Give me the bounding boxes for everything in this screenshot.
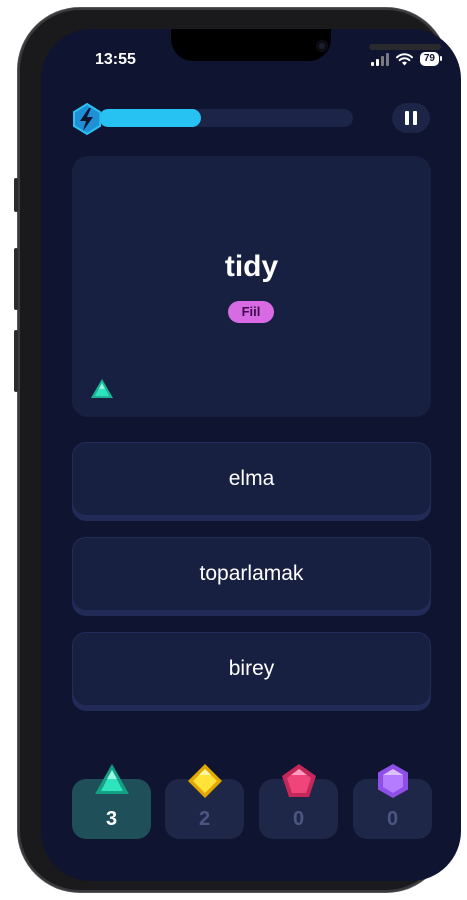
purple-hexagon-gem-icon: [377, 764, 408, 798]
earpiece-speaker: [369, 44, 441, 50]
word-text: tidy: [224, 250, 279, 283]
word-card: tidy Fiil: [72, 156, 431, 417]
yellow-diamond-gem-icon: [187, 764, 222, 798]
lesson-progress-bar: [99, 109, 353, 127]
status-icons: 79: [370, 52, 443, 66]
front-camera: [316, 40, 328, 52]
gem-count: 0: [292, 808, 305, 830]
notch: [171, 29, 441, 61]
phone-frame: 13:55 79 tidy Fiil elma toparlamak birey…: [14, 8, 461, 892]
volume-up-button: [14, 248, 18, 310]
wifi-icon: [395, 52, 413, 65]
gem-count: 2: [198, 808, 211, 830]
gem-counter-yellow: 2: [165, 764, 244, 839]
cellular-signal-icon: [370, 52, 389, 66]
gem-counter-purple: 0: [353, 764, 432, 839]
pause-button[interactable]: [392, 103, 430, 133]
green-triangle-gem-icon: [94, 764, 129, 794]
part-of-speech-badge: Fiil: [228, 301, 274, 323]
answer-option-2[interactable]: toparlamak: [72, 537, 431, 611]
answer-option-3[interactable]: birey: [72, 632, 431, 706]
silent-switch: [14, 178, 18, 212]
app-screen: 13:55 79 tidy Fiil elma toparlamak birey…: [41, 29, 461, 881]
pause-icon: [405, 111, 409, 125]
status-time: 13:55: [95, 51, 136, 68]
gem-counter-pink: 0: [259, 764, 338, 839]
green-triangle-gem-icon: [91, 379, 113, 398]
answer-option-1[interactable]: elma: [72, 442, 431, 516]
battery-indicator: 79: [419, 52, 443, 66]
gem-count: 3: [105, 808, 118, 830]
gem-counter-green: 3: [72, 764, 151, 839]
pink-pentagon-gem-icon: [281, 764, 316, 797]
volume-down-button: [14, 330, 18, 392]
progress-fill: [99, 109, 201, 127]
gem-count: 0: [386, 808, 399, 830]
